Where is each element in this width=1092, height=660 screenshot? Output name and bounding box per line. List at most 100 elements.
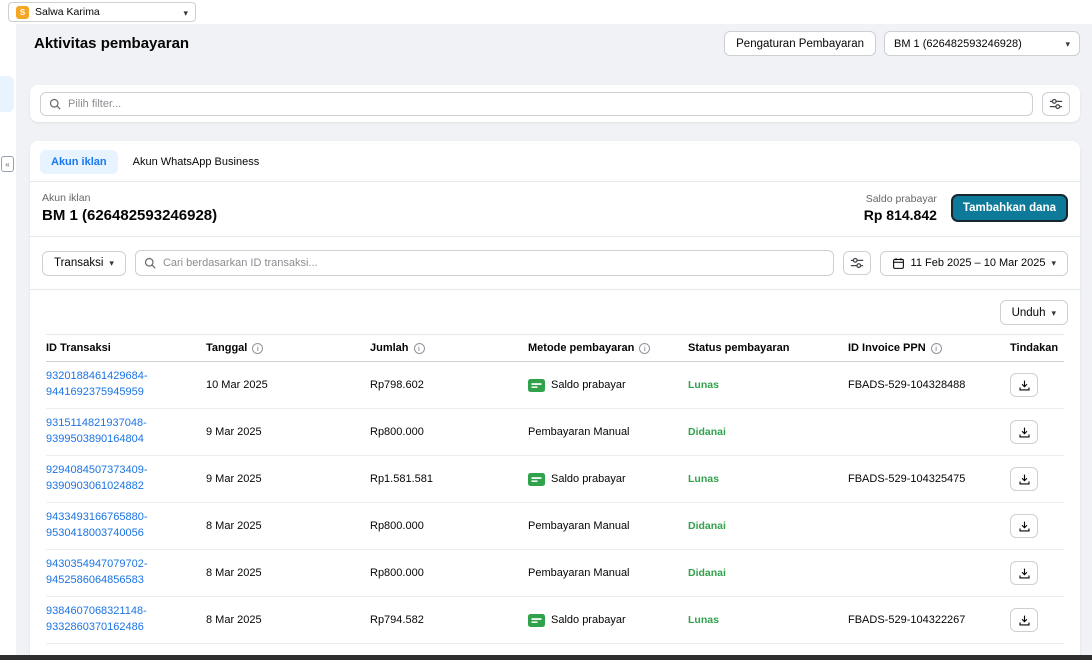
date-range-picker[interactable]: 11 Feb 2025 – 10 Mar 2025 (880, 251, 1068, 276)
balance-block: Saldo prabayar Rp 814.842 (864, 193, 937, 223)
transaction-date: 8 Mar 2025 (206, 567, 370, 579)
action-cell (1010, 608, 1064, 632)
transaction-id-link[interactable]: 9294084507373409-9390903061024882 (46, 463, 148, 495)
status-cell: Lunas (688, 379, 848, 391)
sidebar-rail (0, 24, 16, 655)
transaction-date: 9 Mar 2025 (206, 426, 370, 438)
status-badge: Lunas (688, 614, 719, 626)
table-row: 9433493166765880-9530418003740056 8 Mar … (46, 503, 1064, 550)
download-receipt-button[interactable] (1010, 420, 1038, 444)
action-cell (1010, 373, 1064, 397)
status-cell: Lunas (688, 614, 848, 626)
business-avatar: S (16, 6, 29, 19)
tab-whatsapp-business[interactable]: Akun WhatsApp Business (122, 150, 271, 174)
download-icon (1018, 614, 1031, 627)
account-summary: Akun iklan BM 1 (626482593246928) Saldo … (30, 182, 1080, 237)
chevron-down-icon (109, 257, 114, 269)
invoice-id: FBADS-529-104328488 (848, 379, 1010, 391)
column-header-id-transaksi: ID Transaksi (46, 342, 206, 354)
transaction-id-cell: 9384607068321148-9332860370162486 (46, 604, 206, 636)
download-button[interactable]: Unduh (1000, 300, 1068, 325)
balance-value: Rp 814.842 (864, 207, 937, 223)
payment-method: Saldo prabayar (528, 473, 688, 486)
status-badge: Lunas (688, 379, 719, 391)
balance-section: Saldo prabayar Rp 814.842 Tambahkan dana (864, 193, 1068, 223)
sliders-icon (1049, 97, 1063, 111)
status-cell: Lunas (688, 473, 848, 485)
invoice-id: FBADS-529-104325475 (848, 473, 1010, 485)
download-icon (1018, 426, 1031, 439)
account-selector[interactable]: BM 1 (626482593246928) (884, 31, 1080, 56)
sidebar-expand-button[interactable] (1, 156, 14, 172)
sidebar-active-item[interactable] (0, 76, 14, 112)
transaction-id-link[interactable]: 9384607068321148-9332860370162486 (46, 604, 147, 636)
chevron-down-icon (1065, 38, 1070, 50)
window-bottom-edge (0, 655, 1092, 660)
column-header-tindakan: Tindakan (1010, 342, 1064, 354)
transaction-amount: Rp800.000 (370, 426, 528, 438)
prepaid-balance-icon (528, 379, 545, 392)
filter-settings-button[interactable] (1042, 92, 1070, 116)
chevron-down-icon (183, 3, 188, 21)
transaction-id-link[interactable]: 9315114821937048-9399503890164804 (46, 416, 147, 448)
info-icon[interactable] (252, 343, 263, 354)
payment-activity-card: Akun iklan Akun WhatsApp Business Akun i… (30, 141, 1080, 660)
download-receipt-button[interactable] (1010, 608, 1038, 632)
account-info: Akun iklan BM 1 (626482593246928) (42, 192, 217, 224)
transaction-id-link[interactable]: 9430354947079702-9452586064856583 (46, 557, 148, 589)
tab-ad-accounts[interactable]: Akun iklan (40, 150, 118, 174)
transaction-id-cell: 9433493166765880-9530418003740056 (46, 510, 206, 542)
info-icon[interactable] (639, 343, 650, 354)
action-cell (1010, 514, 1064, 538)
payment-method: Pembayaran Manual (528, 426, 688, 438)
transaction-amount: Rp800.000 (370, 567, 528, 579)
status-cell: Didanai (688, 567, 848, 579)
status-cell: Didanai (688, 426, 848, 438)
table-row: 9320188461429684-9441692375945959 10 Mar… (46, 362, 1064, 409)
transaction-search-input[interactable] (163, 257, 825, 269)
invoice-id: FBADS-529-104322267 (848, 614, 1010, 626)
transaction-type-dropdown[interactable]: Transaksi (42, 251, 126, 276)
business-name: Salwa Karima (35, 6, 177, 18)
transaction-search[interactable] (135, 250, 834, 276)
download-receipt-button[interactable] (1010, 561, 1038, 585)
action-cell (1010, 467, 1064, 491)
download-receipt-button[interactable] (1010, 514, 1038, 538)
business-selector[interactable]: S Salwa Karima (8, 2, 196, 22)
filter-search-input[interactable] (68, 98, 1024, 110)
transaction-id-link[interactable]: 9320188461429684-9441692375945959 (46, 369, 148, 401)
transaction-controls: Transaksi 11 Feb 2025 – 10 Mar 2025 (30, 237, 1080, 290)
info-icon[interactable] (931, 343, 942, 354)
account-selector-value: BM 1 (626482593246928) (894, 38, 1022, 50)
transaction-amount: Rp1.581.581 (370, 473, 528, 485)
download-icon (1018, 473, 1031, 486)
status-badge: Didanai (688, 426, 726, 438)
date-range-value: 11 Feb 2025 – 10 Mar 2025 (911, 257, 1046, 269)
status-badge: Didanai (688, 520, 726, 532)
transaction-id-cell: 9430354947079702-9452586064856583 (46, 557, 206, 589)
download-receipt-button[interactable] (1010, 373, 1038, 397)
filter-search[interactable] (40, 92, 1033, 116)
column-header-jumlah: Jumlah (370, 342, 528, 354)
add-funds-button[interactable]: Tambahkan dana (951, 194, 1068, 222)
page-header: Aktivitas pembayaran Pengaturan Pembayar… (34, 31, 1080, 56)
table-header: ID Transaksi Tanggal Jumlah Metode pemba… (46, 334, 1064, 362)
transaction-amount: Rp800.000 (370, 520, 528, 532)
chevron-down-icon (1051, 307, 1056, 319)
payment-method: Pembayaran Manual (528, 567, 688, 579)
sliders-icon (850, 256, 864, 270)
search-settings-button[interactable] (843, 251, 871, 275)
download-label: Unduh (1012, 307, 1046, 319)
transaction-id-link[interactable]: 9433493166765880-9530418003740056 (46, 510, 148, 542)
transaction-date: 9 Mar 2025 (206, 473, 370, 485)
search-icon (144, 257, 156, 269)
action-cell (1010, 561, 1064, 585)
info-icon[interactable] (414, 343, 425, 354)
payment-settings-button[interactable]: Pengaturan Pembayaran (724, 31, 876, 56)
header-actions: Pengaturan Pembayaran BM 1 (626482593246… (724, 31, 1080, 56)
download-receipt-button[interactable] (1010, 467, 1038, 491)
payment-method: Pembayaran Manual (528, 520, 688, 532)
column-header-invoice: ID Invoice PPN (848, 342, 1010, 354)
table-row: 9294084507373409-9390903061024882 9 Mar … (46, 456, 1064, 503)
column-header-metode: Metode pembayaran (528, 342, 688, 354)
